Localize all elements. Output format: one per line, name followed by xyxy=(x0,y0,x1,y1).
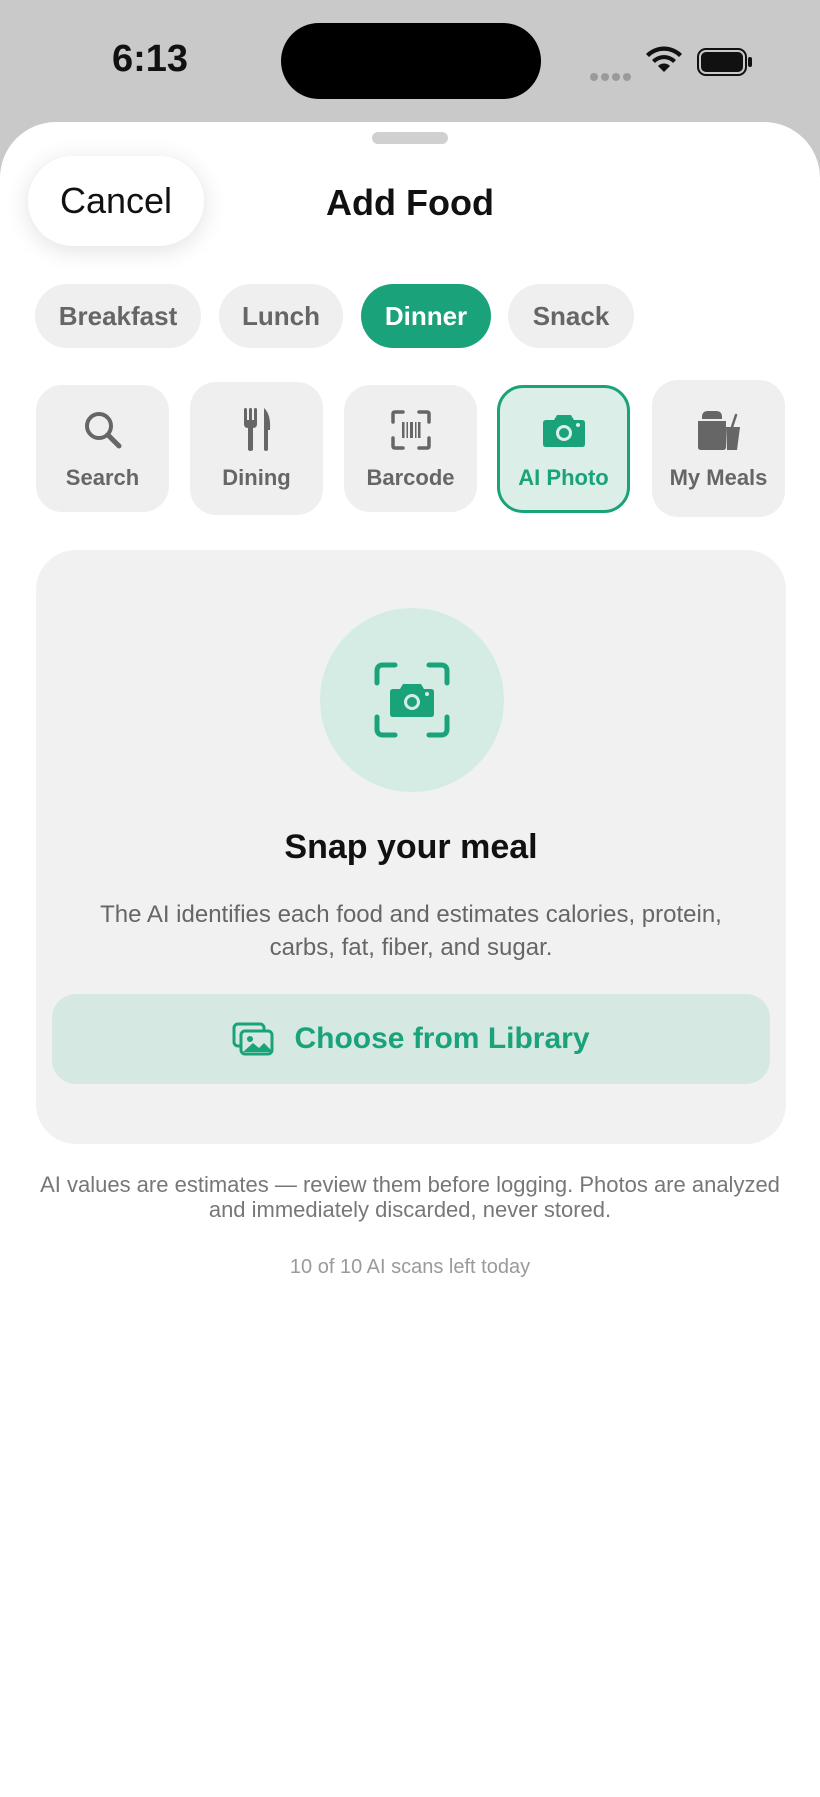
ai-photo-card: Snap your meal The AI identifies each fo… xyxy=(36,550,786,1144)
card-title: Snap your meal xyxy=(284,828,538,866)
mode-my-meals[interactable]: My Meals xyxy=(652,380,785,517)
mode-label: My Meals xyxy=(669,464,768,490)
chip-lunch[interactable]: Lunch xyxy=(219,284,343,348)
sheet-grabber[interactable] xyxy=(372,132,448,144)
barcode-scan-icon xyxy=(390,407,431,453)
mode-barcode[interactable]: Barcode xyxy=(344,385,477,512)
add-food-sheet: Cancel Add Food Breakfast Lunch Dinner S… xyxy=(0,122,820,1797)
chip-dinner[interactable]: Dinner xyxy=(361,284,491,348)
search-icon xyxy=(83,407,123,453)
mode-search[interactable]: Search xyxy=(36,385,169,512)
mode-dining[interactable]: Dining xyxy=(190,382,323,515)
cellular-signal-icon xyxy=(590,68,634,86)
choose-from-library-button[interactable]: Choose from Library xyxy=(52,994,770,1084)
takeout-bag-icon xyxy=(696,407,742,453)
mode-ai-photo[interactable]: AI Photo xyxy=(497,385,630,513)
page-title: Add Food xyxy=(326,182,494,223)
battery-icon xyxy=(697,48,753,81)
scans-remaining: 10 of 10 AI scans left today xyxy=(289,1256,531,1278)
camera-viewfinder-icon[interactable] xyxy=(320,608,504,792)
status-time: 6:13 xyxy=(112,38,189,80)
ai-disclaimer: AI values are estimates — review them be… xyxy=(40,1172,780,1222)
mode-label: Search xyxy=(65,464,140,490)
card-description: The AI identifies each food and estimate… xyxy=(100,901,722,961)
camera-icon xyxy=(542,407,586,453)
mode-label: Dining xyxy=(222,464,291,490)
wifi-icon xyxy=(645,46,683,79)
mode-label: Barcode xyxy=(366,464,455,490)
fork-knife-icon xyxy=(242,407,272,453)
status-bar: 6:13 xyxy=(0,0,820,120)
photo-library-icon xyxy=(232,1022,274,1056)
library-button-label: Choose from Library xyxy=(294,1022,590,1055)
mode-label: AI Photo xyxy=(518,465,609,490)
chip-breakfast[interactable]: Breakfast xyxy=(35,284,201,348)
chip-snack[interactable]: Snack xyxy=(508,284,634,348)
dynamic-island xyxy=(281,23,541,99)
